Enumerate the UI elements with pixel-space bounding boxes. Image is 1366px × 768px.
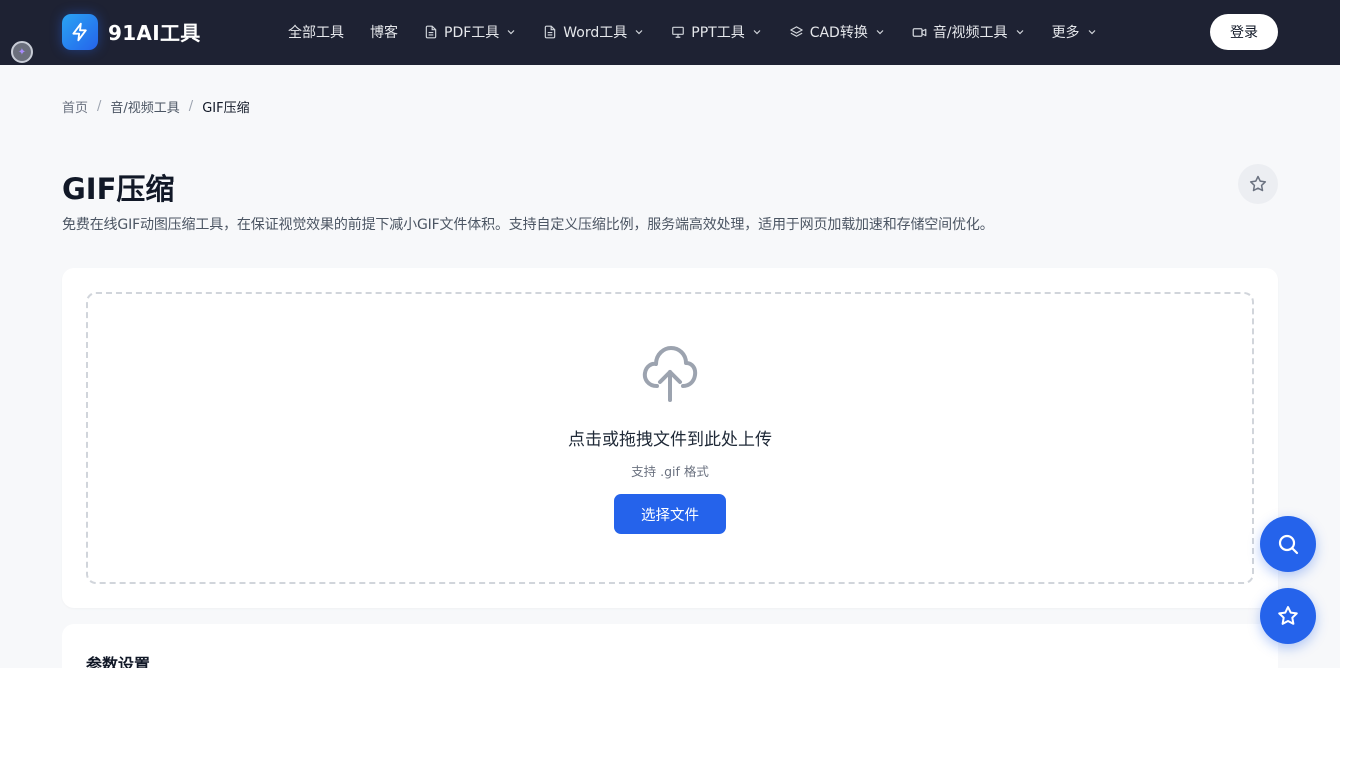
nav-item-all-tools[interactable]: 全部工具 — [288, 22, 344, 42]
nav-item-ppt-tools[interactable]: PPT工具 — [671, 22, 762, 42]
presentation-icon — [672, 26, 685, 38]
nav-item-blog[interactable]: 博客 — [370, 22, 398, 42]
settings-title: 参数设置 — [86, 655, 151, 668]
nav-label: PDF工具 — [444, 25, 500, 41]
nav-item-word-tools[interactable]: Word工具 — [543, 22, 645, 42]
chevron-down-icon — [635, 30, 643, 35]
page-description: 免费在线GIF动图压缩工具，在保证视觉效果的前提下减小GIF文件体积。支持自定义… — [62, 217, 994, 233]
logo-icon[interactable] — [62, 14, 98, 50]
upload-hint: 支持 .gif 格式 — [631, 464, 709, 479]
star-icon — [1249, 175, 1267, 192]
star-icon — [1278, 606, 1298, 625]
nav-label: 音/视频工具 — [932, 25, 1008, 41]
floating-favorite-button[interactable] — [1260, 588, 1316, 644]
floating-search-button[interactable] — [1260, 516, 1316, 572]
extension-avatar-icon[interactable]: ✦ — [11, 41, 33, 63]
brand-name[interactable]: 91AI工具 — [108, 17, 201, 46]
select-file-button[interactable]: 选择文件 — [614, 494, 726, 534]
top-navbar: 91AI工具 全部工具 博客 PDF工具 Word工具 PPT工具 CAD转换 … — [0, 0, 1340, 65]
main-nav: 全部工具 博客 PDF工具 Word工具 PPT工具 CAD转换 音/视频工具 … — [288, 22, 1098, 42]
nav-item-more[interactable]: 更多 — [1052, 22, 1098, 42]
chevron-down-icon — [507, 30, 515, 35]
layers-icon — [789, 25, 803, 37]
breadcrumb-separator: / — [188, 99, 194, 114]
nav-label: CAD转换 — [809, 25, 868, 41]
app-viewport: 91AI工具 全部工具 博客 PDF工具 Word工具 PPT工具 CAD转换 … — [0, 0, 1340, 668]
nav-label: PPT工具 — [691, 25, 745, 41]
upload-card: 点击或拖拽文件到此处上传 支持 .gif 格式 选择文件 — [62, 268, 1278, 608]
upload-title: 点击或拖拽文件到此处上传 — [568, 430, 772, 450]
breadcrumb-category-link[interactable]: 音/视频工具 — [110, 97, 179, 116]
document-icon — [545, 25, 556, 39]
chevron-down-icon — [876, 30, 884, 35]
nav-label: Word工具 — [563, 25, 628, 41]
video-camera-icon — [912, 27, 927, 37]
search-icon — [1278, 534, 1299, 555]
breadcrumb-separator: / — [97, 99, 102, 114]
nav-label: 更多 — [1051, 25, 1080, 41]
breadcrumb-current: GIF压缩 — [202, 101, 250, 116]
nav-label: 全部工具 — [288, 25, 344, 41]
chevron-down-icon — [753, 30, 761, 35]
settings-card: 参数设置 — [62, 624, 1278, 668]
nav-label: 博客 — [370, 25, 398, 41]
favorite-button[interactable] — [1238, 164, 1278, 204]
chevron-down-icon — [1088, 30, 1095, 35]
page-title: GIF压缩 — [62, 172, 175, 206]
breadcrumb-home-link[interactable]: 首页 — [62, 97, 88, 116]
cloud-upload-icon — [642, 346, 698, 402]
breadcrumb: 首页 / 音/视频工具 / GIF压缩 — [62, 97, 250, 116]
chevron-down-icon — [1016, 30, 1023, 35]
upload-dropzone[interactable]: 点击或拖拽文件到此处上传 支持 .gif 格式 选择文件 — [86, 292, 1254, 584]
nav-item-cad-convert[interactable]: CAD转换 — [789, 22, 886, 42]
login-button[interactable]: 登录 — [1210, 14, 1278, 50]
nav-item-pdf-tools[interactable]: PDF工具 — [424, 22, 517, 42]
document-icon — [425, 25, 437, 39]
nav-item-av-tools[interactable]: 音/视频工具 — [912, 22, 1026, 42]
